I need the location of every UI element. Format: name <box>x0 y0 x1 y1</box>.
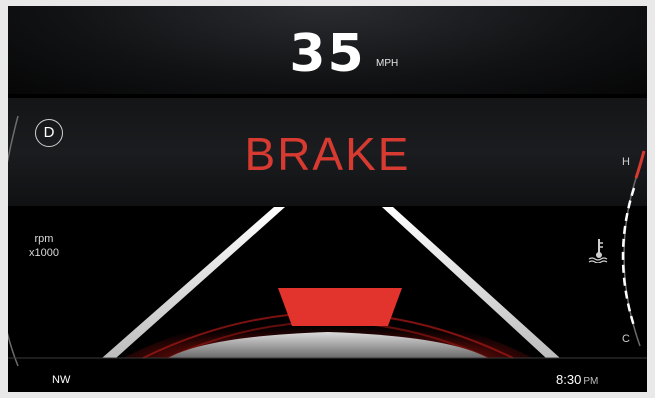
gear-indicator: D <box>35 119 63 147</box>
temperature-high-label: H <box>622 156 630 168</box>
coolant-temperature-icon <box>588 239 608 263</box>
clock-time: 8:30 <box>556 372 582 387</box>
compass-heading: NW <box>52 374 71 386</box>
clock-ampm: PM <box>583 376 599 387</box>
lead-vehicle-indicator <box>278 288 402 326</box>
clock: 8:30 PM <box>556 372 598 387</box>
instrument-cluster: 35 MPH BRAKE D rpm x1000 H C NW 8:30 PM <box>8 6 647 392</box>
speed-value: 35 <box>289 24 366 84</box>
tachometer-unit: rpm <box>34 233 54 245</box>
tachometer-label: rpm x1000 <box>14 232 74 260</box>
temperature-low-label: C <box>622 333 630 345</box>
speed-unit: MPH <box>376 58 399 69</box>
tachometer-scale: x1000 <box>29 247 59 259</box>
brake-alert: BRAKE <box>244 128 411 180</box>
